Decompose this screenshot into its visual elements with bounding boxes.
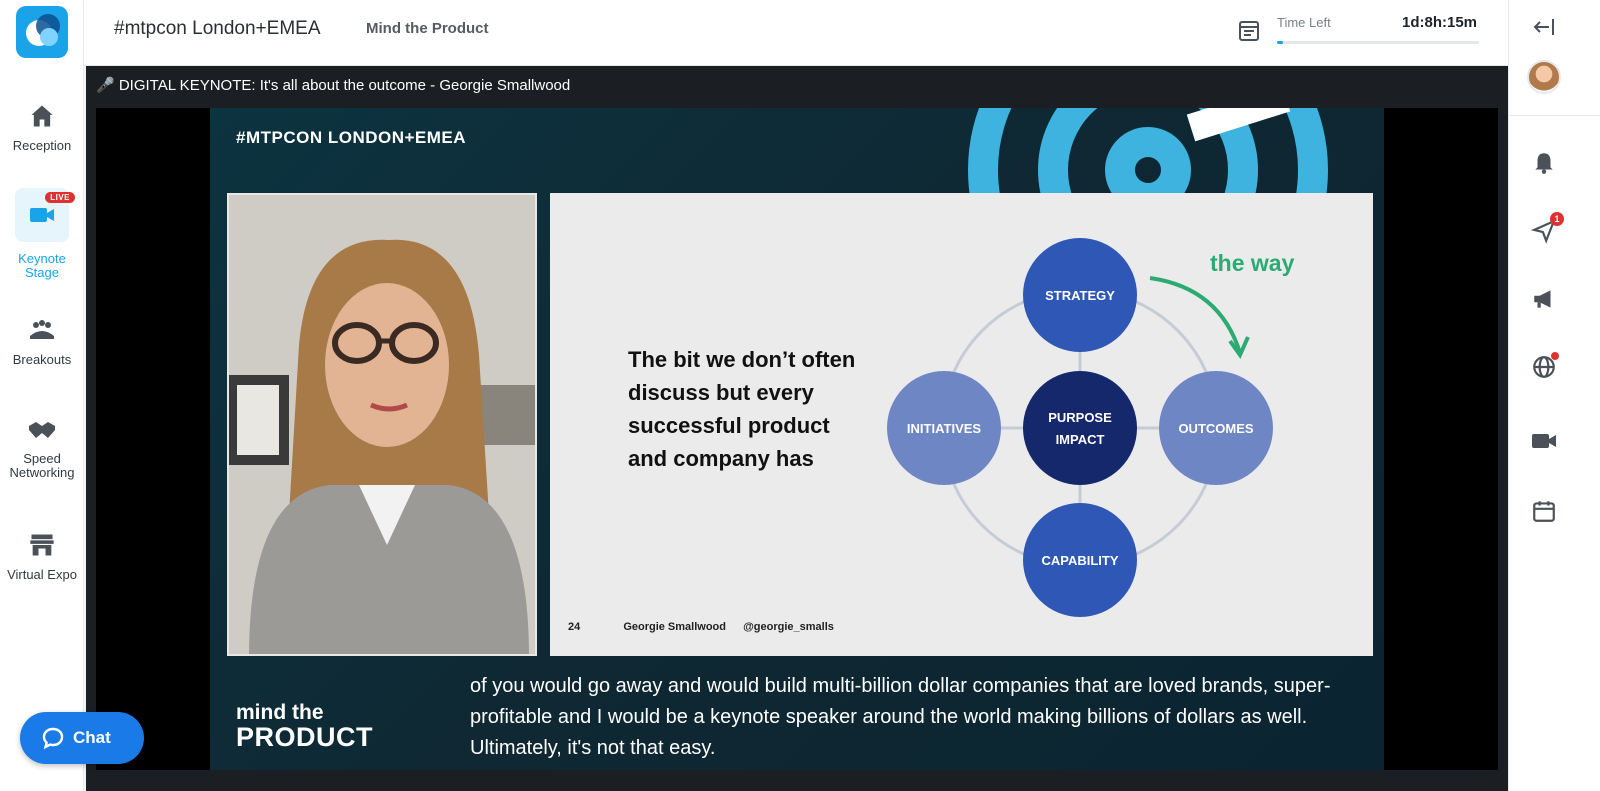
time-left-value: 1d:8h:15m bbox=[1402, 14, 1478, 31]
group-icon bbox=[30, 320, 54, 339]
video-camera-icon[interactable] bbox=[1531, 428, 1557, 454]
node-label-outcomes: OUTCOMES bbox=[1178, 421, 1253, 436]
left-nav: Reception LIVE Keynote Stage Breakouts S… bbox=[0, 0, 84, 791]
messages-badge: 1 bbox=[1550, 212, 1564, 226]
slide-speaker-name: Georgie Smallwood bbox=[623, 621, 726, 633]
app-logo[interactable] bbox=[16, 6, 68, 58]
calendar-icon[interactable] bbox=[1531, 498, 1557, 524]
slide-page-number: 24 bbox=[568, 621, 581, 633]
user-avatar[interactable] bbox=[1527, 60, 1561, 94]
node-label-purpose: PURPOSE bbox=[1048, 410, 1112, 425]
video-player[interactable]: #MTPCON LONDON+EMEA The bit we don’t oft… bbox=[96, 108, 1498, 770]
calendar-icon[interactable] bbox=[1238, 18, 1260, 42]
time-left-label: Time Left bbox=[1277, 15, 1331, 30]
chat-bubble-icon bbox=[42, 727, 64, 749]
bell-icon[interactable] bbox=[1531, 150, 1557, 176]
video-camera-icon bbox=[30, 208, 54, 222]
session-title: 🎤 DIGITAL KEYNOTE: It's all about the ou… bbox=[96, 77, 571, 94]
nav-item-speed-networking[interactable]: Speed Networking bbox=[0, 416, 84, 480]
megaphone-icon[interactable] bbox=[1531, 286, 1557, 312]
live-badge: LIVE bbox=[45, 192, 75, 203]
slide-speaker-handle: @georgie_smalls bbox=[743, 621, 834, 633]
handshake-icon bbox=[29, 422, 55, 438]
slide-headline: The bit we don’t often discuss but every… bbox=[628, 347, 856, 471]
top-header: #mtpcon London+EMEA Mind the Product Tim… bbox=[84, 0, 1508, 66]
purpose-diagram: STRATEGY INITIATIVES PURPOSE IMPACT OUTC… bbox=[887, 238, 1273, 617]
nav-item-breakouts[interactable]: Breakouts bbox=[0, 316, 84, 367]
slide-footer: 24 Georgie Smallwood @georgie_smalls bbox=[568, 621, 874, 633]
nav-label: Speed Networking bbox=[9, 451, 75, 480]
nav-label: Reception bbox=[12, 138, 72, 153]
mind-the-product-logo: mind the PRODUCT bbox=[236, 701, 373, 752]
node-label-capability: CAPABILITY bbox=[1041, 553, 1118, 568]
chat-button[interactable]: Chat bbox=[20, 712, 144, 764]
nav-item-reception[interactable]: Reception bbox=[0, 102, 84, 153]
nav-label: Virtual Expo bbox=[7, 567, 77, 582]
node-label-initiatives: INITIATIVES bbox=[907, 421, 981, 436]
time-progress-bar bbox=[1277, 41, 1479, 44]
globe-notification-dot bbox=[1551, 352, 1559, 360]
node-label-impact: IMPACT bbox=[1056, 432, 1105, 447]
collapse-panel-icon[interactable] bbox=[1531, 14, 1557, 40]
speaker-video bbox=[227, 193, 537, 656]
the-way-label: the way bbox=[1210, 250, 1295, 276]
slide-hashtag: #MTPCON LONDON+EMEA bbox=[236, 128, 467, 147]
store-icon bbox=[30, 534, 54, 556]
nav-label: Keynote Stage bbox=[18, 251, 66, 280]
node-label-strategy: STRATEGY bbox=[1045, 288, 1115, 303]
right-rail: 1 bbox=[1508, 0, 1600, 791]
live-caption: of you would go away and would build mul… bbox=[470, 675, 1331, 759]
purpose-node bbox=[1023, 371, 1137, 485]
event-title: #mtpcon London+EMEA bbox=[114, 18, 321, 39]
keynote-stage: 🎤 DIGITAL KEYNOTE: It's all about the ou… bbox=[86, 66, 1508, 791]
speaker-figure bbox=[229, 195, 535, 654]
nav-item-keynote-stage[interactable]: LIVE Keynote Stage bbox=[0, 188, 84, 280]
nav-label: Breakouts bbox=[12, 352, 72, 367]
nav-item-virtual-expo[interactable]: Virtual Expo bbox=[0, 531, 84, 582]
home-icon bbox=[31, 105, 53, 127]
organizer-name: Mind the Product bbox=[366, 20, 489, 37]
chat-label: Chat bbox=[73, 728, 111, 747]
presentation-slide: The bit we don’t often discuss but every… bbox=[550, 193, 1373, 656]
